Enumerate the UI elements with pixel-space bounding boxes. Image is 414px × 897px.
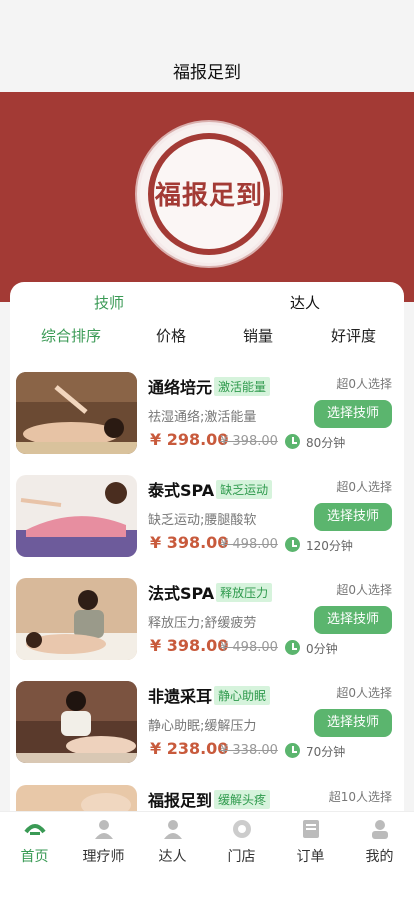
home-icon xyxy=(23,824,46,835)
sort-overall[interactable]: 综合排序 xyxy=(41,325,101,346)
choose-count: 超10人选择 xyxy=(328,790,392,804)
choose-count: 超0人选择 xyxy=(336,583,392,597)
service-tag: 激活能量 xyxy=(214,376,271,396)
service-tag: 缓解头疼 xyxy=(214,789,271,809)
nav-label: 理疗师 xyxy=(82,849,125,865)
service-tag: 静心助眠 xyxy=(214,685,271,705)
service-name: 通络培元 xyxy=(148,378,213,397)
order-icon xyxy=(302,820,319,838)
service-card[interactable]: 福报足到 缓解头疼 超10人选择 xyxy=(16,785,396,811)
original-price: ¥ 498.00 xyxy=(220,640,278,655)
nav-label: 门店 xyxy=(227,849,256,865)
nav-home[interactable]: 首页 xyxy=(0,818,69,866)
service-duration: 80分钟 xyxy=(306,436,346,450)
clock-icon xyxy=(285,743,300,758)
service-image[interactable] xyxy=(16,372,137,454)
service-image[interactable] xyxy=(16,578,137,660)
nav-orders[interactable]: 订单 xyxy=(276,818,345,866)
clock-icon xyxy=(285,434,300,449)
choose-count: 超0人选择 xyxy=(336,480,392,494)
service-price: ¥ 398.00 xyxy=(150,533,229,552)
service-card[interactable]: 法式SPA 释放压力 超0人选择 释放压力;舒缓疲劳 选择技师 ¥ 398.00 … xyxy=(16,578,396,668)
service-duration: 70分钟 xyxy=(306,745,346,759)
service-card[interactable]: 泰式SPA 缺乏运动 超0人选择 缺乏运动;腰腿酸软 选择技师 ¥ 398.00 … xyxy=(16,475,396,565)
service-price: ¥ 238.00 xyxy=(150,739,229,758)
service-tag: 释放压力 xyxy=(216,582,273,602)
service-desc: 静心助眠;缓解压力 xyxy=(148,719,257,734)
service-name: 法式SPA xyxy=(148,584,215,603)
service-name: 泰式SPA xyxy=(148,481,215,500)
service-duration: 120分钟 xyxy=(306,539,353,553)
store-icon xyxy=(232,820,251,838)
original-price: ¥ 338.00 xyxy=(220,743,278,758)
service-image[interactable] xyxy=(16,475,137,557)
choose-technician-button[interactable]: 选择技师 xyxy=(314,400,392,428)
bottom-nav: 首页 理疗师 达人 门店 订单 我的 xyxy=(0,811,414,897)
nav-label: 订单 xyxy=(296,849,325,865)
category-tabs: 技师 达人 xyxy=(0,292,414,320)
nav-therapist[interactable]: 理疗师 xyxy=(69,818,138,866)
service-card[interactable]: 非遗采耳 静心助眠 超0人选择 静心助眠;缓解压力 选择技师 ¥ 238.00 ¥… xyxy=(16,681,396,771)
service-desc: 祛湿通络;激活能量 xyxy=(148,410,257,425)
service-title-row: 非遗采耳 静心助眠 xyxy=(148,683,271,706)
service-image[interactable] xyxy=(16,785,137,811)
choose-count: 超0人选择 xyxy=(336,686,392,700)
service-name: 福报足到 xyxy=(148,791,213,810)
clock-icon xyxy=(285,537,300,552)
sort-bar: 综合排序 价格 销量 好评度 xyxy=(0,325,414,349)
tab-technician[interactable]: 技师 xyxy=(94,292,124,313)
profile-icon xyxy=(371,820,388,839)
expert-icon xyxy=(163,820,182,839)
nav-label: 首页 xyxy=(20,849,49,865)
nav-mine[interactable]: 我的 xyxy=(345,818,414,866)
app-header: 福报足到 xyxy=(0,0,414,92)
logo-text: 福报足到 xyxy=(154,181,263,211)
nav-label: 达人 xyxy=(158,849,187,865)
service-price: ¥ 398.00 xyxy=(150,636,229,655)
service-desc: 缺乏运动;腰腿酸软 xyxy=(148,513,257,528)
nav-label: 我的 xyxy=(365,849,394,865)
choose-technician-button[interactable]: 选择技师 xyxy=(314,606,392,634)
service-title-row: 通络培元 激活能量 xyxy=(148,374,271,397)
therapist-icon xyxy=(94,820,113,839)
tab-expert[interactable]: 达人 xyxy=(290,292,320,313)
service-price: ¥ 298.00 xyxy=(150,430,229,449)
page-title: 福报足到 xyxy=(173,63,241,83)
choose-technician-button[interactable]: 选择技师 xyxy=(314,709,392,737)
service-card[interactable]: 通络培元 激活能量 超0人选择 祛湿通络;激活能量 选择技师 ¥ 298.00 ¥… xyxy=(16,372,396,462)
original-price: ¥ 498.00 xyxy=(220,537,278,552)
service-desc: 释放压力;舒缓疲劳 xyxy=(148,616,257,631)
nav-expert[interactable]: 达人 xyxy=(138,818,207,866)
service-tag: 缺乏运动 xyxy=(216,479,273,499)
sort-rating[interactable]: 好评度 xyxy=(331,325,376,346)
choose-technician-button[interactable]: 选择技师 xyxy=(314,503,392,531)
service-title-row: 福报足到 缓解头疼 xyxy=(148,787,271,810)
service-image[interactable] xyxy=(16,681,137,763)
clock-icon xyxy=(285,640,300,655)
sort-price[interactable]: 价格 xyxy=(156,325,186,346)
service-duration: 0分钟 xyxy=(306,642,338,656)
service-name: 非遗采耳 xyxy=(148,687,213,706)
nav-store[interactable]: 门店 xyxy=(207,818,276,866)
original-price: ¥ 398.00 xyxy=(220,434,278,449)
service-title-row: 泰式SPA 缺乏运动 xyxy=(148,477,273,500)
brand-logo: 福报足到 xyxy=(137,122,281,266)
service-title-row: 法式SPA 释放压力 xyxy=(148,580,273,603)
choose-count: 超0人选择 xyxy=(336,377,392,391)
sort-sales[interactable]: 销量 xyxy=(243,325,273,346)
